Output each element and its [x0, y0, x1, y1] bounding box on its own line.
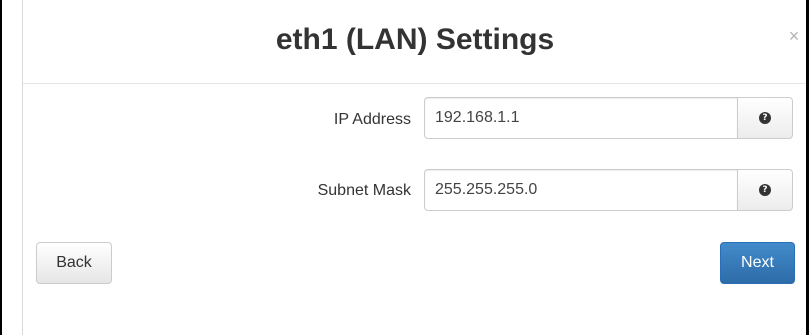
subnet-mask-label: Subnet Mask — [317, 182, 411, 199]
dialog-title: eth1 (LAN) Settings — [275, 23, 555, 56]
close-icon[interactable]: × — [787, 26, 801, 46]
ip-address-group: 192.168.1.1 ? — [424, 97, 793, 139]
window-frame-left — [0, 0, 2, 335]
question-circle-icon: ? — [759, 184, 771, 196]
lan-settings-dialog: eth1 (LAN) Settings × IP Address 192.168… — [22, 0, 807, 335]
back-button[interactable]: Back — [36, 242, 112, 284]
next-button[interactable]: Next — [720, 242, 795, 284]
ip-address-help-button[interactable]: ? — [738, 97, 793, 139]
ip-address-label: IP Address — [333, 111, 411, 128]
question-circle-icon: ? — [759, 112, 771, 124]
subnet-mask-help-button[interactable]: ? — [738, 169, 793, 211]
dialog-header: eth1 (LAN) Settings × — [23, 0, 807, 84]
subnet-mask-group: 255.255.255.0 ? — [424, 169, 793, 211]
subnet-mask-input[interactable]: 255.255.255.0 — [424, 169, 738, 211]
ip-address-input[interactable]: 192.168.1.1 — [424, 97, 738, 139]
